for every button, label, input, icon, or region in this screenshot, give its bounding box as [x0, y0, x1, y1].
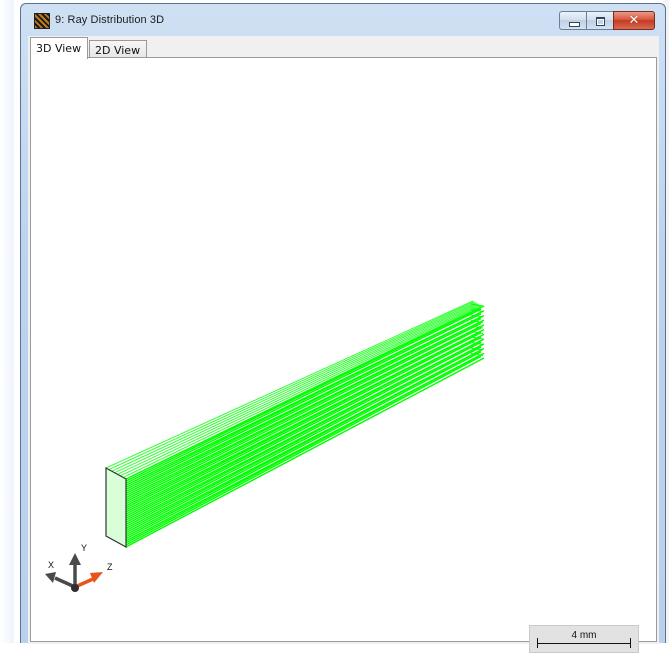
- scale-bar: 4 mm: [529, 625, 639, 653]
- axis-triad: Y X Z: [45, 543, 113, 592]
- ray-line: [125, 336, 482, 521]
- maximize-icon: [596, 17, 605, 26]
- x-axis-arrowhead: [45, 572, 56, 583]
- scale-bar-label: 4 mm: [571, 630, 597, 641]
- scale-bar-right-tick: [630, 638, 631, 648]
- window-title: 9: Ray Distribution 3D: [55, 14, 165, 26]
- ray-line: [125, 325, 482, 507]
- maximize-button[interactable]: [586, 11, 613, 30]
- ray-line: [125, 316, 482, 495]
- title-bar[interactable]: 9: Ray Distribution 3D ✕: [21, 4, 665, 36]
- ray-line: [125, 306, 482, 482]
- ray-line: [125, 313, 482, 490]
- source-aperture-outline: [105, 466, 127, 549]
- tab-3d-view[interactable]: 3D View: [30, 37, 88, 59]
- ray-line: [125, 332, 482, 515]
- ray-distribution-window: 9: Ray Distribution 3D ✕ 3D View 2D View: [20, 3, 666, 653]
- window-client-area: 3D View 2D View Y X Z 4 mm: [28, 36, 659, 653]
- y-axis-arrowhead: [69, 553, 81, 565]
- scale-bar-line: [537, 643, 631, 644]
- ray-bundle: [105, 300, 485, 548]
- x-axis-label: X: [48, 560, 54, 570]
- axis-origin: [71, 584, 79, 592]
- close-button[interactable]: ✕: [613, 11, 655, 30]
- ray-line: [125, 311, 482, 488]
- ray-scene: Y X Z: [45, 300, 485, 592]
- ray-line: [125, 317, 482, 497]
- z-axis-label: Z: [107, 562, 113, 572]
- ray-line: [125, 327, 482, 509]
- ray-line: [125, 335, 482, 519]
- caption-buttons: ✕: [559, 11, 655, 31]
- 3d-viewport[interactable]: Y X Z 4 mm: [30, 57, 657, 653]
- ray-line: [125, 340, 482, 525]
- ray-line: [125, 330, 482, 513]
- ray-line: [125, 321, 482, 501]
- desktop-background: [0, 0, 14, 643]
- minimize-button[interactable]: [559, 11, 586, 30]
- ray-line: [125, 322, 482, 503]
- ray-line: [125, 354, 482, 544]
- ray-line: [125, 344, 482, 532]
- y-axis-label: Y: [81, 543, 87, 553]
- close-icon: ✕: [628, 13, 640, 28]
- ray-line: [125, 308, 482, 484]
- minimize-icon: [569, 22, 580, 27]
- app-icon[interactable]: [34, 13, 50, 29]
